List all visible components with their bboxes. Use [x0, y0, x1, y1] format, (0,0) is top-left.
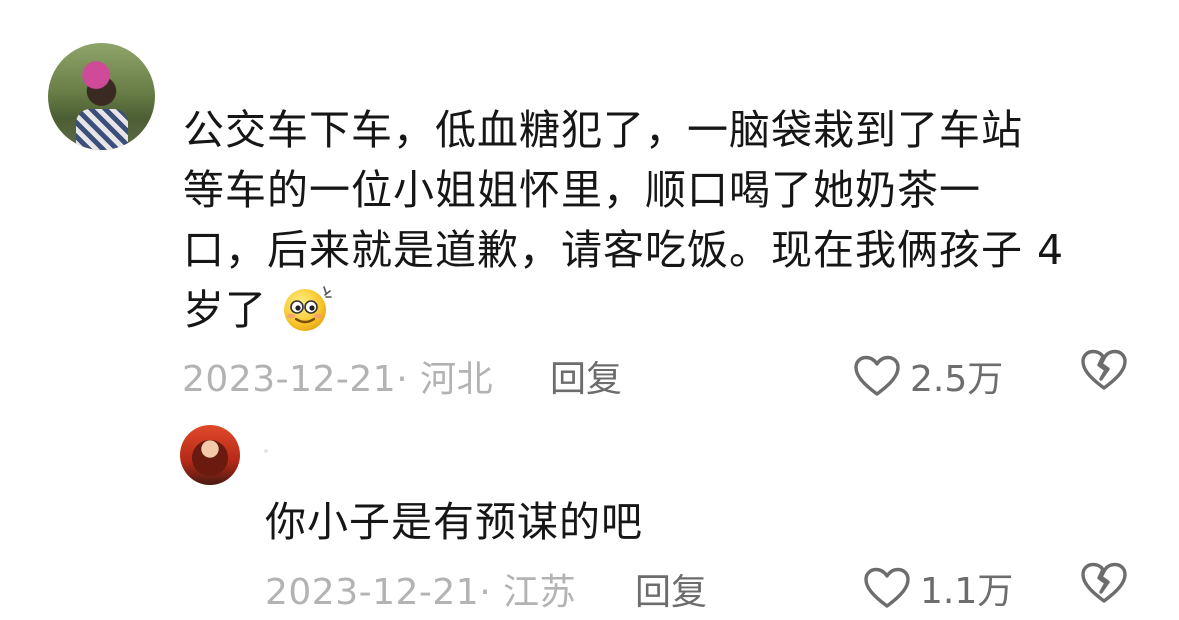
reply-date: 2023-12-21· — [265, 572, 492, 613]
separator-dot — [264, 449, 268, 453]
comment-line-last: 岁了 — [183, 280, 1113, 340]
comment-meta: 2023-12-21· 河北 — [182, 350, 493, 402]
reply-location: 江苏 — [503, 572, 577, 613]
heart-outline-icon — [864, 567, 910, 608]
smiling-face-emoji — [284, 286, 332, 331]
comment-location: 河北 — [420, 359, 494, 400]
like-count: 1.1万 — [920, 571, 1014, 612]
reply-button[interactable]: 回复 — [635, 563, 707, 615]
comment-line: 等车的一位小姐姐怀里，顺口喝了她奶茶一 — [183, 166, 981, 214]
like-button[interactable]: 1.1万 — [862, 562, 1013, 614]
reply-text: 你小子是有预谋的吧 — [265, 498, 643, 546]
comment-line: 口，后来就是道歉，请客吃饭。现在我俩孩子 4 — [183, 226, 1065, 274]
reply-button[interactable]: 回复 — [550, 350, 622, 402]
broken-heart-icon[interactable] — [1080, 348, 1128, 392]
broken-heart-icon[interactable] — [1080, 561, 1128, 605]
avatar[interactable] — [180, 425, 240, 485]
avatar-shirt — [76, 109, 128, 150]
comment-text: 公交车下车，低血糖犯了，一脑袋栽到了车站 等车的一位小姐姐怀里，顺口喝了她奶茶一… — [183, 100, 1113, 340]
comment-line: 公交车下车，低血糖犯了，一脑袋栽到了车站 — [183, 106, 1023, 154]
like-button[interactable]: 2.5万 — [852, 350, 1003, 402]
like-count: 2.5万 — [910, 359, 1004, 400]
reply-meta: 2023-12-21· 江苏 — [265, 563, 576, 615]
heart-outline-icon — [854, 355, 900, 396]
comment-line: 岁了 — [183, 286, 267, 334]
comment-thread: 公交车下车，低血糖犯了，一脑袋栽到了车站 等车的一位小姐姐怀里，顺口喝了她奶茶一… — [0, 0, 1179, 620]
avatar[interactable] — [48, 43, 155, 150]
comment-date: 2023-12-21· — [182, 359, 409, 400]
